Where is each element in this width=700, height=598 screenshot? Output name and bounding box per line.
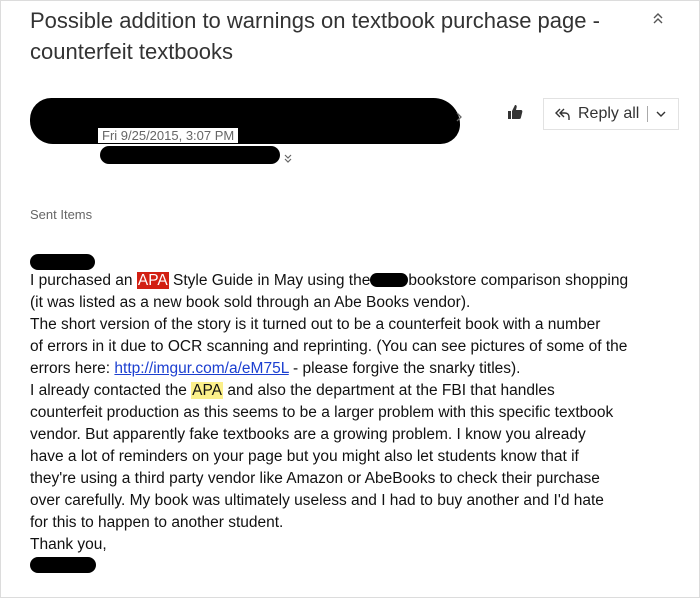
body-line: (it was listed as a new book sold throug… [30,294,471,311]
redacted-greeting [30,254,95,270]
redacted-recipients [100,146,280,164]
like-button[interactable] [498,98,532,130]
body-text: bookstore comparison shopping [408,272,629,289]
double-chevron-down-icon[interactable] [284,153,292,166]
email-subject: Possible addition to warnings on textboo… [30,8,600,64]
body-line: I purchased an APA Style Guide in May us… [30,270,690,292]
highlight-apa: APA [191,382,224,399]
double-chevron-up-icon[interactable] [652,11,664,28]
body-line: they're using a third party vendor like … [30,470,600,487]
body-line: vendor. But apparently fake textbooks ar… [30,426,586,443]
body-text: errors here: [30,360,115,377]
reply-all-icon [554,106,570,122]
chevron-right-icon[interactable] [455,110,463,125]
body-line: over carefully. My book was ultimately u… [30,492,604,509]
body-line: counterfeit production as this seems to … [30,404,614,421]
body-text: Style Guide in May using the [168,272,371,289]
body-line: I already contacted the APA and also the… [30,380,690,402]
body-line: of errors in it due to OCR scanning and … [30,338,628,355]
redacted-school [370,273,409,287]
body-text: and also the department at the FBI that … [223,382,555,399]
body-line: have a lot of reminders on your page but… [30,448,579,465]
redacted-sender-name [30,98,460,144]
chevron-down-icon[interactable] [656,107,666,121]
body-text: I purchased an [30,272,137,289]
body-line: The short version of the story is it tur… [30,316,601,333]
email-body: I purchased an APA Style Guide in May us… [30,270,690,556]
reply-all-label: Reply all [578,105,640,122]
body-line: Thank you, [30,536,107,553]
body-line: errors here: http://imgur.com/a/eM75L - … [30,358,690,380]
imgur-link[interactable]: http://imgur.com/a/eM75L [114,360,288,377]
body-text: - please forgive the snarky titles). [288,360,521,377]
redacted-signature [30,557,96,573]
folder-label: Sent Items [30,207,93,222]
highlight-apa: APA [136,272,169,289]
body-line: for this to happen to another student. [30,514,284,531]
reply-all-button[interactable]: Reply all [543,98,679,130]
button-divider [647,106,649,122]
email-date: Fri 9/25/2015, 3:07 PM [98,128,239,143]
thumbs-up-icon [506,103,524,126]
body-text: I already contacted the [30,382,192,399]
